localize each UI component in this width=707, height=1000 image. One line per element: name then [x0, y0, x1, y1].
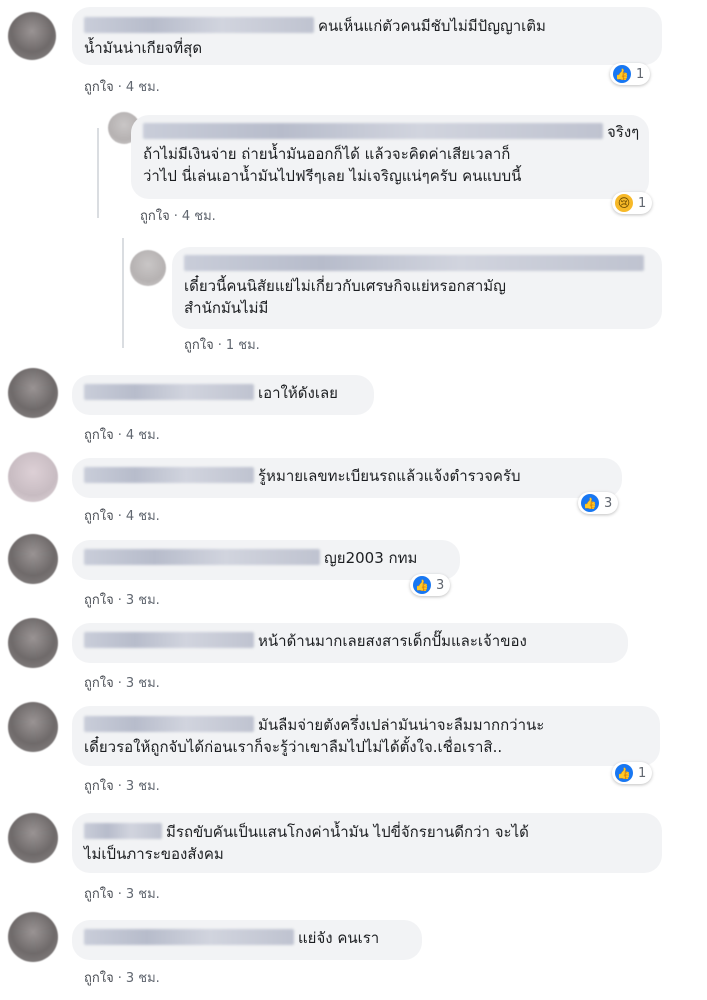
comment-text: จริงๆ — [607, 123, 640, 141]
comment-text: หน้าด้านมากเลยสงสารเด็กปั๊มและเจ้าของ — [258, 632, 527, 650]
like-link[interactable]: ถูกใจ — [84, 593, 114, 608]
avatar[interactable] — [8, 912, 58, 962]
like-link[interactable]: ถูกใจ — [84, 428, 114, 443]
avatar[interactable] — [8, 618, 58, 668]
timestamp[interactable]: 3 ชม. — [126, 887, 160, 902]
avatar[interactable] — [8, 534, 58, 584]
comment-meta: ถูกใจ · 3 ชม. — [84, 779, 160, 794]
reaction-count[interactable]: 👍 3 — [578, 492, 619, 514]
like-icon: 👍 — [615, 764, 633, 782]
comment-meta: ถูกใจ · 4 ชม. — [140, 209, 216, 224]
blurred-author-name[interactable] — [84, 17, 314, 33]
reaction-count[interactable]: 👍 1 — [610, 63, 651, 85]
blurred-author-name[interactable] — [84, 384, 254, 400]
comment-bubble: เอาให้ดังเลย — [72, 375, 374, 415]
blurred-author-name[interactable] — [84, 929, 294, 945]
avatar[interactable] — [8, 368, 58, 418]
like-link[interactable]: ถูกใจ — [84, 887, 114, 902]
timestamp[interactable]: 4 ชม. — [126, 80, 160, 95]
timestamp[interactable]: 4 ชม. — [126, 428, 160, 443]
comment-bubble: จริงๆ ถ้าไม่มีเงินจ่าย ถ่ายน้ำมันออกก็ได… — [131, 115, 649, 199]
comment-meta: ถูกใจ · 4 ชม. — [84, 428, 160, 443]
comment-bubble: เดี๋ยวนี้คนนิสัยแย่ไม่เกี่ยวกับเศรษกิจแย… — [172, 247, 662, 329]
like-link[interactable]: ถูกใจ — [84, 509, 114, 524]
comment-bubble: รู้หมายเลขทะเบียนรถแล้วแจ้งตำรวจครับ — [72, 458, 622, 498]
comment-text: ว่าไป นี่เล่นเอาน้ำมันไปฟรีๆเลย ไม่เจริญ… — [143, 167, 522, 185]
blurred-author-name[interactable] — [84, 823, 162, 839]
comment-bubble: มันลืมจ่ายตังครึ่งเปล่ามันน่าจะลืมมากกว่… — [72, 706, 660, 766]
blurred-author-name[interactable] — [84, 467, 254, 483]
comment-text: ไม่เป็นภาระของสังคม — [84, 845, 224, 863]
comment-text: สำนักมันไม่มี — [184, 299, 269, 317]
comment-meta: ถูกใจ · 3 ชม. — [84, 971, 160, 986]
like-link[interactable]: ถูกใจ — [84, 80, 114, 95]
reaction-count[interactable]: 👍 1 — [612, 762, 653, 784]
blurred-author-name[interactable] — [84, 632, 254, 648]
comment-text: เดี๋ยวรอให้ถูกจับได้ก่อนเราก็จะรู้ว่าเขา… — [84, 738, 503, 756]
comment-text: แย่จัง คนเรา — [298, 929, 380, 947]
avatar[interactable] — [8, 12, 56, 60]
like-icon: 👍 — [581, 494, 599, 512]
comment-meta: ถูกใจ · 4 ชม. — [84, 509, 160, 524]
like-link[interactable]: ถูกใจ — [140, 209, 170, 224]
timestamp[interactable]: 3 ชม. — [126, 971, 160, 986]
avatar[interactable] — [8, 813, 58, 863]
timestamp[interactable]: 4 ชม. — [126, 509, 160, 524]
comment-text: มีรถขับคันเป็นแสนโกงค่าน้ำมัน ไปขี่จักรย… — [166, 823, 529, 841]
timestamp[interactable]: 3 ชม. — [126, 779, 160, 794]
reaction-count[interactable]: 👍 3 — [410, 574, 451, 596]
comment-bubble: ญย2003 กทม — [72, 540, 460, 580]
comment-meta: ถูกใจ · 4 ชม. — [84, 80, 160, 95]
like-link[interactable]: ถูกใจ — [184, 338, 214, 353]
comment-meta: ถูกใจ · 3 ชม. — [84, 593, 160, 608]
comment-text: ถ้าไม่มีเงินจ่าย ถ่ายน้ำมันออกก็ได้ แล้ว… — [143, 145, 511, 163]
timestamp[interactable]: 1 ชม. — [226, 338, 260, 353]
reply-thread-line — [97, 128, 99, 218]
avatar[interactable] — [130, 250, 166, 286]
like-icon: 👍 — [613, 65, 631, 83]
like-link[interactable]: ถูกใจ — [84, 676, 114, 691]
blurred-author-name[interactable] — [84, 549, 320, 565]
like-link[interactable]: ถูกใจ — [84, 779, 114, 794]
blurred-author-name[interactable] — [143, 123, 603, 139]
timestamp[interactable]: 3 ชม. — [126, 676, 160, 691]
comment-text: น้ำมันน่าเกียจที่สุด — [84, 39, 203, 57]
comment-text: รู้หมายเลขทะเบียนรถแล้วแจ้งตำรวจครับ — [258, 467, 521, 485]
comment-text: คนเห็นแก่ตัวคนมีชับไม่มีปัญญาเติม — [318, 17, 546, 35]
sad-icon: 😢 — [615, 194, 633, 212]
comment-text: ญย2003 กทม — [324, 549, 418, 567]
reaction-count[interactable]: 😢 1 — [612, 192, 653, 214]
like-icon: 👍 — [413, 576, 431, 594]
avatar[interactable] — [8, 702, 58, 752]
timestamp[interactable]: 3 ชม. — [126, 593, 160, 608]
comment-meta: ถูกใจ · 3 ชม. — [84, 676, 160, 691]
like-link[interactable]: ถูกใจ — [84, 971, 114, 986]
reply-thread-line — [122, 238, 124, 348]
comment-bubble: มีรถขับคันเป็นแสนโกงค่าน้ำมัน ไปขี่จักรย… — [72, 813, 662, 873]
comment-text: มันลืมจ่ายตังครึ่งเปล่ามันน่าจะลืมมากกว่… — [258, 716, 545, 734]
comment-text: เดี๋ยวนี้คนนิสัยแย่ไม่เกี่ยวกับเศรษกิจแย… — [184, 277, 506, 295]
blurred-author-name[interactable] — [84, 716, 254, 732]
comment-bubble: คนเห็นแก่ตัวคนมีชับไม่มีปัญญาเติม น้ำมัน… — [72, 7, 662, 65]
comment-bubble: หน้าด้านมากเลยสงสารเด็กปั๊มและเจ้าของ — [72, 623, 628, 663]
avatar[interactable] — [8, 452, 58, 502]
comment-bubble: แย่จัง คนเรา — [72, 920, 422, 960]
comment-meta: ถูกใจ · 3 ชม. — [84, 887, 160, 902]
comment-text: เอาให้ดังเลย — [258, 384, 338, 402]
timestamp[interactable]: 4 ชม. — [182, 209, 216, 224]
blurred-author-name[interactable] — [184, 255, 644, 271]
comment-meta: ถูกใจ · 1 ชม. — [184, 338, 260, 353]
